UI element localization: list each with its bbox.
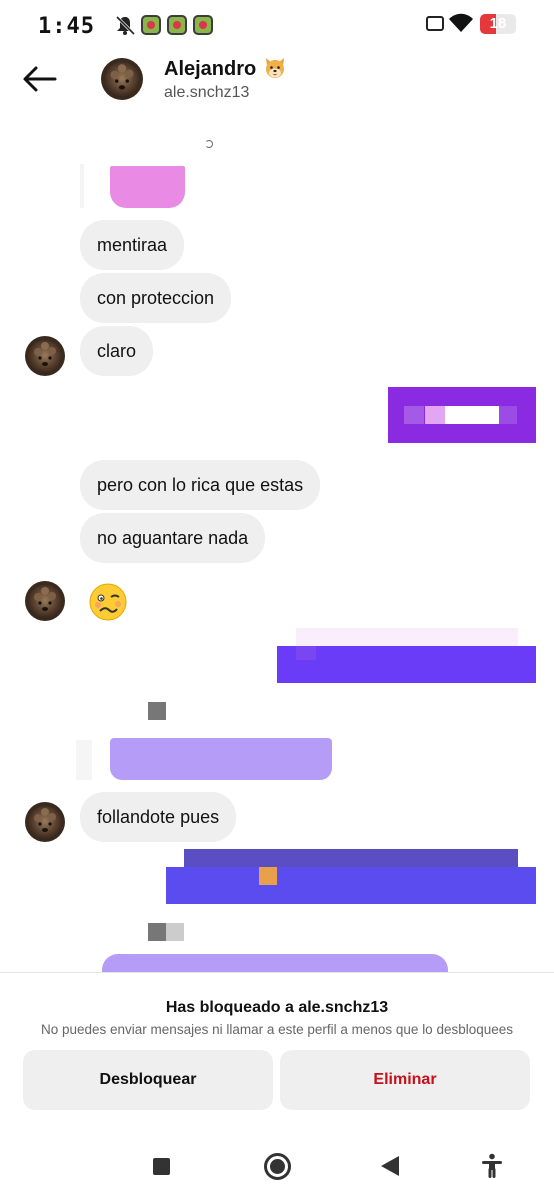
message-bubble[interactable]: claro [80, 326, 154, 376]
status-time: 1:45 [38, 14, 95, 39]
message-bubble[interactable]: no aguantare nada [80, 513, 266, 563]
battery-level: 18 [489, 15, 507, 32]
battery-icon: 18 [480, 14, 516, 34]
censored-block [404, 406, 424, 424]
message-list[interactable]: mentiraa con proteccion claro pero con l… [0, 114, 554, 972]
accessibility-icon[interactable] [480, 1153, 504, 1179]
blocked-title: Has bloqueado a ale.snchz13 [165, 999, 389, 1016]
notification-app-icon [167, 15, 187, 35]
censored-block [148, 923, 166, 941]
message-bubble[interactable]: pero con lo rica que estas [80, 460, 321, 510]
message-bubble[interactable]: mentiraa [80, 220, 185, 270]
recents-icon[interactable] [153, 1158, 170, 1175]
censored-block [296, 646, 316, 660]
censored-block [205, 140, 213, 148]
sent-message-censored[interactable] [166, 867, 536, 904]
back-icon[interactable] [381, 1156, 399, 1176]
contact-name[interactable]: Alejandro [164, 58, 256, 81]
sent-message-censored[interactable] [110, 738, 332, 780]
sent-message-censored[interactable] [102, 954, 448, 972]
message-bubble[interactable]: follandote pues [80, 792, 237, 842]
contact-avatar[interactable] [101, 58, 143, 100]
censored-block [425, 406, 445, 424]
woozy-face-icon[interactable] [88, 582, 128, 622]
contact-username: ale.snchz13 [164, 84, 250, 101]
message-bubble[interactable]: con proteccion [80, 273, 232, 323]
blocked-panel: Has bloqueado a ale.snchz13 No puedes en… [0, 972, 554, 1134]
censored-block [76, 740, 92, 780]
censored-block [499, 406, 517, 424]
contact-avatar[interactable] [25, 581, 65, 621]
censored-block [148, 702, 166, 720]
wifi-icon [449, 13, 473, 32]
censored-block [296, 628, 518, 646]
chat-header: Alejandro ale.snchz13 [0, 52, 554, 114]
censored-block [445, 406, 499, 424]
unblock-button[interactable]: Desbloquear [23, 1050, 273, 1110]
status-bar: 1:45 18 [0, 0, 554, 52]
notification-app-icon [193, 15, 213, 35]
dog-face-icon [266, 58, 284, 78]
notification-app-icon [141, 15, 161, 35]
mute-icon [115, 15, 136, 36]
censored-block [166, 923, 184, 941]
contact-avatar[interactable] [25, 802, 65, 842]
home-icon[interactable] [264, 1153, 291, 1180]
blocked-subtitle: No puedes enviar mensajes ni llamar a es… [40, 1022, 514, 1037]
censored-block [184, 849, 518, 867]
system-nav-bar [0, 1134, 554, 1200]
sim-icon [426, 16, 444, 31]
censored-block [110, 166, 185, 208]
back-arrow-icon[interactable] [20, 62, 60, 96]
contact-avatar[interactable] [25, 336, 65, 376]
censored-block [259, 867, 277, 885]
censored-block [80, 164, 84, 208]
delete-button[interactable]: Eliminar [280, 1050, 530, 1110]
